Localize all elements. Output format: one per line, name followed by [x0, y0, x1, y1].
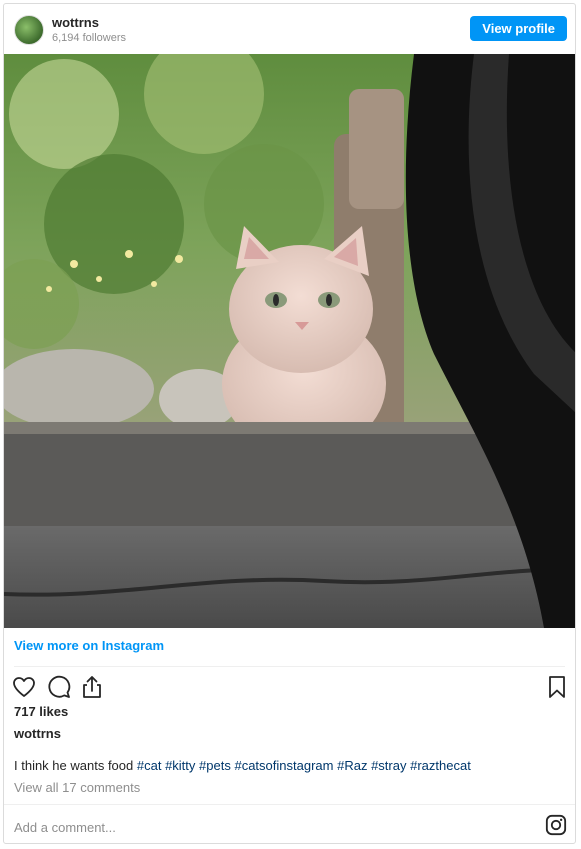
- post-header: wottrns 6,194 followers View profile: [4, 4, 575, 54]
- view-profile-button[interactable]: View profile: [470, 16, 567, 41]
- view-more-on-instagram-link[interactable]: View more on Instagram: [14, 638, 164, 653]
- hashtag[interactable]: #stray: [371, 758, 406, 773]
- hashtag[interactable]: #catsofinstagram: [234, 758, 333, 773]
- instagram-logo-icon[interactable]: [545, 814, 567, 836]
- avatar[interactable]: [14, 15, 44, 45]
- comment-icon[interactable]: [47, 675, 71, 699]
- divider: [14, 666, 565, 667]
- post-caption: I think he wants food #cat #kitty #pets …: [14, 758, 471, 773]
- view-all-comments-link[interactable]: View all 17 comments: [14, 780, 140, 795]
- share-icon[interactable]: [80, 675, 104, 699]
- comment-bar: [4, 804, 575, 843]
- heart-icon[interactable]: [12, 675, 36, 699]
- bookmark-icon[interactable]: [545, 675, 569, 699]
- action-bar: [12, 675, 569, 701]
- instagram-embed-card: wottrns 6,194 followers View profile Vie…: [3, 3, 576, 844]
- post-photo[interactable]: [4, 54, 575, 628]
- like-count[interactable]: 717 likes: [14, 704, 68, 719]
- follower-count: 6,194 followers: [52, 32, 126, 44]
- hashtag[interactable]: #Raz: [337, 758, 367, 773]
- caption-text: I think he wants food: [14, 758, 137, 773]
- hashtag[interactable]: #pets: [199, 758, 231, 773]
- hashtag[interactable]: #kitty: [165, 758, 195, 773]
- hashtag[interactable]: #cat: [137, 758, 162, 773]
- profile-username[interactable]: wottrns: [52, 15, 99, 30]
- cat-photo-illustration: [4, 54, 575, 628]
- caption-username[interactable]: wottrns: [14, 726, 61, 741]
- hashtag[interactable]: #razthecat: [410, 758, 471, 773]
- add-comment-input[interactable]: [12, 816, 516, 838]
